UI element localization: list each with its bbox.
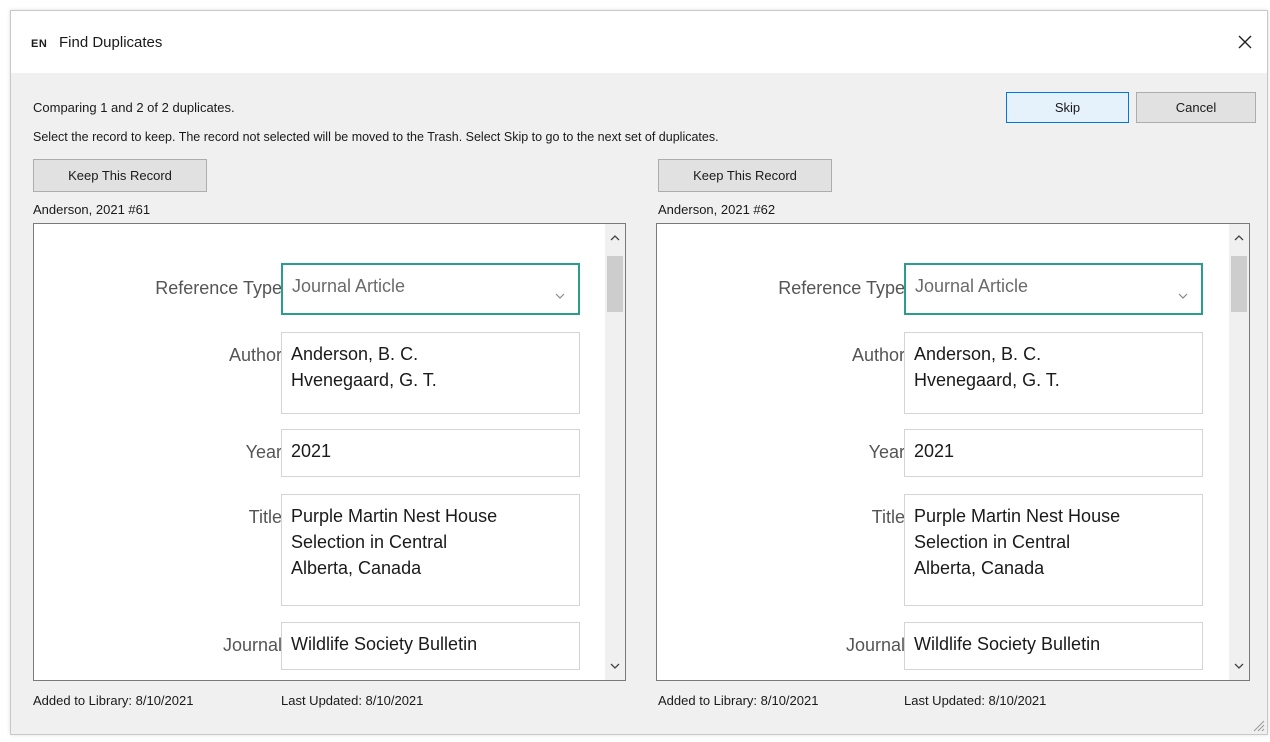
author-line: Anderson, B. C. [291,344,419,364]
reference-type-select[interactable]: Journal Article [904,263,1203,315]
updated-date-left: Last Updated: 8/10/2021 [281,693,424,708]
author-label: Author [851,345,905,365]
cancel-button[interactable]: Cancel [1136,92,1256,123]
record-id-left: Anderson, 2021 #61 [33,202,151,217]
year-field[interactable]: 2021 [281,429,580,477]
title-line: Selection in Central [291,532,448,552]
journal-label: Journal [845,635,905,655]
record-panel-right[interactable]: Reference Type Journal Article Author An… [656,223,1250,681]
record-id-right: Anderson, 2021 #62 [658,202,776,217]
close-button[interactable] [1231,29,1259,55]
year-label: Year [245,442,282,462]
title-line: Purple Martin Nest House [914,506,1121,526]
window-title: Find Duplicates [59,34,163,51]
find-duplicates-dialog: EN Find Duplicates Comparing 1 and 2 of … [10,10,1268,735]
title-label: Title [871,507,905,527]
title-line: Purple Martin Nest House [291,506,498,526]
journal-value: Wildlife Society Bulletin [914,634,1101,654]
author-field[interactable]: Anderson, B. C. Hvenegaard, G. T. [281,332,580,414]
scroll-thumb[interactable] [607,256,623,312]
title-line: Selection in Central [914,532,1071,552]
reference-type-label: Reference Type [778,278,905,298]
comparison-status: Comparing 1 and 2 of 2 duplicates. [33,100,235,115]
resize-grip-icon[interactable] [1251,718,1265,732]
record-panel-left[interactable]: Reference Type Journal Article Author An… [33,223,626,681]
chevron-up-icon [1234,235,1244,241]
scroll-down-button[interactable] [1229,656,1249,676]
title-line: Alberta, Canada [291,558,422,578]
author-label: Author [228,345,282,365]
journal-value: Wildlife Society Bulletin [291,634,478,654]
scroll-up-button[interactable] [1229,228,1249,248]
chevron-down-icon [1178,293,1188,299]
keep-record-right-button[interactable]: Keep This Record [658,159,832,192]
year-label: Year [868,442,905,462]
title-bar: EN Find Duplicates [11,11,1267,73]
title-field[interactable]: Purple Martin Nest House Selection in Ce… [281,494,580,606]
author-line: Hvenegaard, G. T. [914,370,1060,390]
reference-type-value: Journal Article [292,276,406,296]
reference-type-label: Reference Type [155,278,282,298]
chevron-up-icon [610,235,620,241]
title-line: Alberta, Canada [914,558,1045,578]
instruction-text: Select the record to keep. The record no… [33,130,719,144]
reference-type-select[interactable]: Journal Article [281,263,580,315]
title-label: Title [248,507,282,527]
scroll-up-button[interactable] [605,228,625,248]
author-line: Hvenegaard, G. T. [291,370,437,390]
reference-type-value: Journal Article [915,276,1029,296]
year-value: 2021 [291,441,332,461]
chevron-down-icon [610,663,620,669]
author-line: Anderson, B. C. [914,344,1042,364]
keep-record-left-button[interactable]: Keep This Record [33,159,207,192]
skip-button[interactable]: Skip [1006,92,1129,123]
close-icon [1238,35,1252,49]
added-date-left: Added to Library: 8/10/2021 [33,693,194,708]
year-field[interactable]: 2021 [904,429,1203,477]
author-field[interactable]: Anderson, B. C. Hvenegaard, G. T. [904,332,1203,414]
title-field[interactable]: Purple Martin Nest House Selection in Ce… [904,494,1203,606]
journal-label: Journal [222,635,282,655]
scrollbar-left[interactable] [605,224,625,680]
chevron-down-icon [1234,663,1244,669]
chevron-down-icon [555,293,565,299]
journal-field[interactable]: Wildlife Society Bulletin [281,622,580,670]
added-date-right: Added to Library: 8/10/2021 [658,693,819,708]
journal-field[interactable]: Wildlife Society Bulletin [904,622,1203,670]
updated-date-right: Last Updated: 8/10/2021 [904,693,1047,708]
endnote-app-icon: EN [31,38,48,50]
scrollbar-right[interactable] [1229,224,1249,680]
year-value: 2021 [914,441,955,461]
scroll-thumb[interactable] [1231,256,1247,312]
scroll-down-button[interactable] [605,656,625,676]
